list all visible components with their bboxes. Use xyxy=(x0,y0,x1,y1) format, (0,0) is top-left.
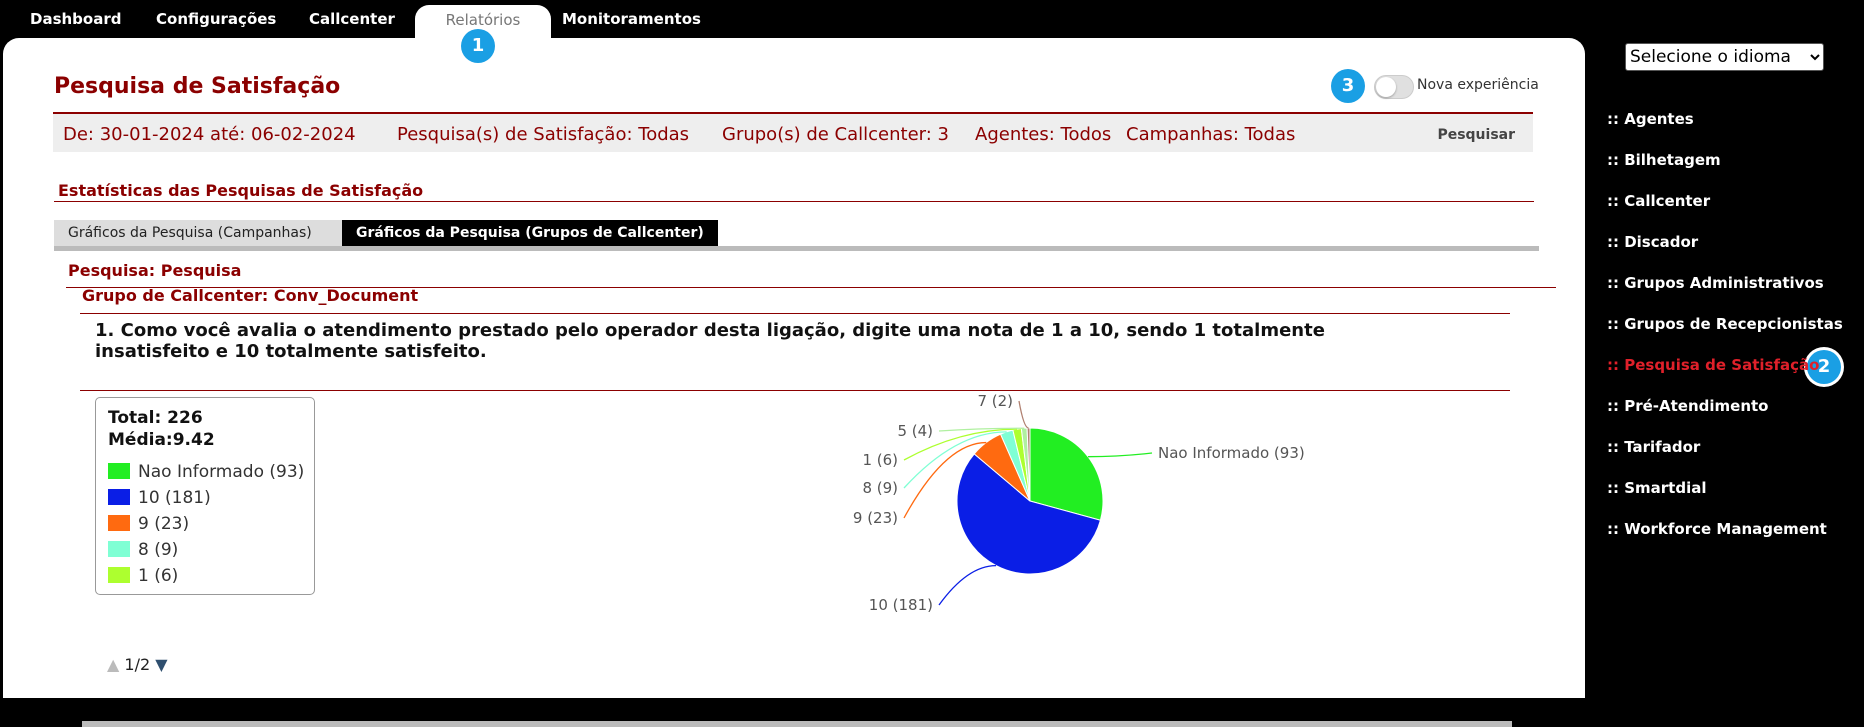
question-text: 1. Como você avalia o atendimento presta… xyxy=(95,320,1325,362)
divider xyxy=(80,313,1510,314)
legend-item[interactable]: 9 (23) xyxy=(108,514,189,536)
pager-text: 1/2 xyxy=(124,655,151,674)
legend-item[interactable]: 1 (6) xyxy=(108,566,178,588)
legend-media: Média:9.42 xyxy=(108,430,215,450)
pie-label: 8 (9) xyxy=(862,479,898,497)
pie-connector xyxy=(1088,452,1153,458)
chart-legend: Total: 226 Média:9.42 Nao Informado (93)… xyxy=(95,397,315,595)
sidebar-item-pesquisa-satisfacao[interactable]: :: Pesquisa de Satisfação xyxy=(1607,356,1819,374)
legend-item[interactable]: 10 (181) xyxy=(108,488,211,510)
pie-label: 9 (23) xyxy=(853,509,898,527)
legend-item[interactable]: Nao Informado (93) xyxy=(108,462,304,484)
pie-chart-svg: Nao Informado (93) 10 (181) 9 (23) 8 (9) 1 (… xyxy=(853,392,1305,614)
page-up-icon[interactable]: ▲ xyxy=(107,655,119,674)
top-nav: Dashboard Configurações Callcenter Relat… xyxy=(0,0,1600,40)
pie-connector xyxy=(1018,400,1029,429)
toggle-label: Nova experiência xyxy=(1417,77,1539,93)
new-experience-toggle[interactable] xyxy=(1374,75,1414,99)
callout-badge-3: 3 xyxy=(1331,69,1365,103)
sidebar-item-tarifador[interactable]: :: Tarifador xyxy=(1607,438,1700,456)
pie-chart: Nao Informado (93) 10 (181) 9 (23) 8 (9) 1 (… xyxy=(823,378,1383,622)
legend-item[interactable]: 8 (9) xyxy=(108,540,178,562)
legend-swatch xyxy=(108,567,130,583)
filter-groups: Grupo(s) de Callcenter: 3 xyxy=(722,124,949,145)
sidebar-item-callcenter[interactable]: :: Callcenter xyxy=(1607,192,1710,210)
main-panel: Pesquisa de Satisfação Nova experiência … xyxy=(3,38,1585,727)
callout-badge-1: 1 xyxy=(461,29,495,63)
pie-label: Nao Informado (93) xyxy=(1158,444,1305,462)
legend-label: Nao Informado (93) xyxy=(138,462,305,482)
tab-dashboard[interactable]: Dashboard xyxy=(30,0,121,40)
sidebar-item-bilhetagem[interactable]: :: Bilhetagem xyxy=(1607,151,1721,169)
filter-bar: De: 30-01-2024 até: 06-02-2024 Pesquisa(… xyxy=(53,112,1533,152)
sidebar-item-agentes[interactable]: :: Agentes xyxy=(1607,110,1694,128)
legend-total: Total: 226 xyxy=(108,408,203,428)
page-down-icon[interactable]: ▼ xyxy=(155,655,167,674)
tab-configuracoes[interactable]: Configurações xyxy=(156,0,276,40)
sidebar-item-grupos-administrativos[interactable]: :: Grupos Administrativos xyxy=(1607,274,1824,292)
legend-swatch xyxy=(108,463,130,479)
search-button[interactable]: Pesquisar xyxy=(1437,127,1515,143)
sidebar-item-pre-atendimento[interactable]: :: Pré-Atendimento xyxy=(1607,397,1768,415)
filter-date: De: 30-01-2024 até: 06-02-2024 xyxy=(63,124,356,145)
legend-pager: ▲ 1/2 ▼ xyxy=(107,655,168,674)
filter-surveys: Pesquisa(s) de Satisfação: Todas xyxy=(397,124,690,145)
legend-label: 8 (9) xyxy=(138,540,179,560)
group-heading: Grupo de Callcenter: Conv_Document xyxy=(82,286,419,305)
legend-label: 1 (6) xyxy=(138,566,179,586)
legend-swatch xyxy=(108,515,130,531)
survey-heading: Pesquisa: Pesquisa xyxy=(68,261,242,280)
legend-swatch xyxy=(108,541,130,557)
stats-section-title: Estatísticas das Pesquisas de Satisfação xyxy=(58,181,424,200)
tab-callcenter[interactable]: Callcenter xyxy=(309,0,395,40)
sidebar-item-smartdial[interactable]: :: Smartdial xyxy=(1607,479,1707,497)
sidebar-item-discador[interactable]: :: Discador xyxy=(1607,233,1698,251)
divider xyxy=(54,201,1534,202)
sidebar-item-workforce-management[interactable]: :: Workforce Management xyxy=(1607,520,1827,538)
filter-campaigns: Campanhas: Todas xyxy=(1126,124,1296,145)
bottom-divider xyxy=(82,721,1512,727)
tab-monitoramentos[interactable]: Monitoramentos xyxy=(562,0,701,40)
page-title: Pesquisa de Satisfação xyxy=(54,74,341,99)
pie-connector xyxy=(938,564,997,606)
tab-callcenter-group-charts[interactable]: Gráficos da Pesquisa (Grupos de Callcent… xyxy=(342,220,718,246)
toggle-knob xyxy=(1376,77,1396,97)
filter-agents: Agentes: Todos xyxy=(975,124,1112,145)
sidebar-item-grupos-recepcionistas[interactable]: :: Grupos de Recepcionistas xyxy=(1607,315,1843,333)
language-select[interactable]: Selecione o idioma xyxy=(1625,43,1824,71)
tabs-underline xyxy=(54,246,1539,251)
pie-label: 7 (2) xyxy=(977,392,1013,410)
legend-swatch xyxy=(108,489,130,505)
legend-label: 10 (181) xyxy=(138,488,211,508)
pie-label: 5 (4) xyxy=(897,422,933,440)
pie-label: 1 (6) xyxy=(862,451,898,469)
legend-label: 9 (23) xyxy=(138,514,190,534)
pie-label: 10 (181) xyxy=(869,596,933,614)
